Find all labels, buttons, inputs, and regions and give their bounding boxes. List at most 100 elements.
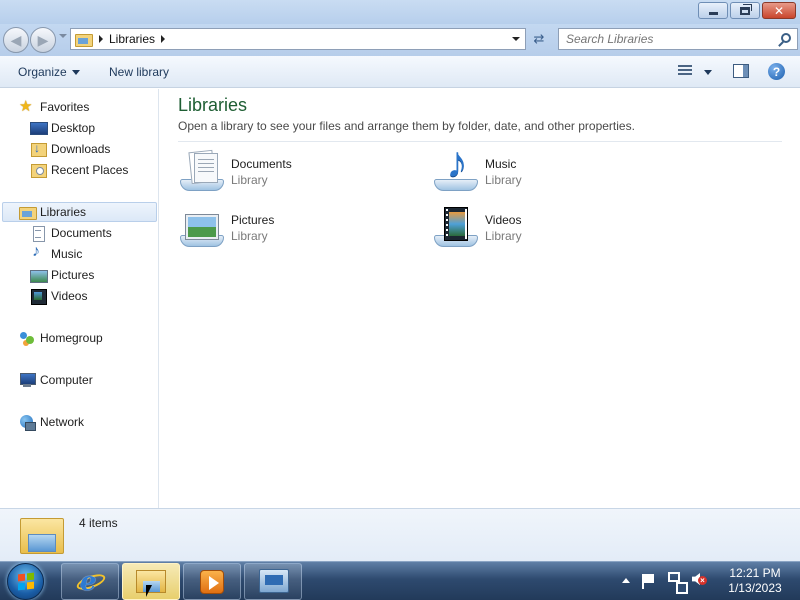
organize-button[interactable]: Organize — [18, 65, 80, 79]
title-bar: ✕ — [0, 0, 800, 24]
nav-desktop-label: Desktop — [51, 121, 96, 135]
minimize-icon — [708, 12, 718, 15]
navigation-pane: Favorites Desktop Downloads Recent Place… — [0, 89, 159, 508]
nav-recent-places[interactable]: Recent Places — [30, 160, 128, 180]
clock[interactable]: 12:21 PM 1/13/2023 — [716, 566, 794, 596]
content-area: Libraries Open a library to see your fil… — [160, 89, 800, 508]
address-dropdown-icon[interactable] — [512, 37, 520, 41]
library-name: Music — [485, 157, 517, 171]
music-icon — [30, 243, 46, 262]
library-music[interactable]: ♪ Music Library — [432, 141, 682, 199]
nav-computer-label: Computer — [40, 373, 93, 387]
page-description: Open a library to see your files and arr… — [178, 119, 635, 133]
view-options-dropdown[interactable] — [704, 70, 712, 75]
recent-pages-dropdown[interactable] — [59, 34, 67, 38]
nav-computer[interactable]: Computer — [19, 370, 93, 390]
action-center-flag-icon[interactable] — [642, 574, 654, 589]
forward-arrow-icon: ▶ — [37, 31, 49, 48]
taskbar: e × 12:21 PM 1/13/2023 — [0, 561, 800, 600]
page-title: Libraries — [178, 95, 248, 115]
back-arrow-icon: ◀ — [10, 31, 22, 48]
taskbar-media-player[interactable] — [183, 563, 241, 600]
nav-pictures-label: Pictures — [51, 268, 95, 282]
videos-icon — [30, 288, 47, 305]
breadcrumb-libraries[interactable]: Libraries — [109, 32, 155, 46]
command-bar: Organize New library ? — [0, 56, 800, 88]
library-type: Library — [231, 229, 268, 243]
nav-libraries-label: Libraries — [40, 205, 87, 219]
refresh-icon: ⇄ — [533, 31, 545, 46]
nav-videos[interactable]: Videos — [30, 286, 87, 306]
nav-homegroup-label: Homegroup — [40, 331, 103, 345]
breadcrumb-arrow-icon[interactable] — [99, 35, 103, 43]
library-pictures[interactable]: Pictures Library — [178, 205, 428, 255]
nav-recent-places-label: Recent Places — [51, 163, 129, 177]
close-icon: ✕ — [773, 3, 785, 18]
nav-pictures[interactable]: Pictures — [30, 265, 94, 285]
nav-network[interactable]: Network — [19, 412, 84, 432]
libraries-folder-icon — [75, 32, 93, 47]
media-player-icon — [200, 570, 224, 594]
taskbar-remote-desktop[interactable] — [244, 563, 302, 600]
music-library-icon: ♪ — [432, 141, 480, 197]
desktop-icon — [30, 120, 48, 136]
close-button[interactable]: ✕ — [762, 2, 796, 19]
preview-pane-icon[interactable] — [733, 64, 749, 78]
restore-button[interactable] — [730, 2, 760, 19]
nav-documents[interactable]: Documents — [30, 223, 112, 243]
remote-desktop-icon — [259, 569, 289, 593]
window-controls: ✕ — [698, 2, 796, 19]
library-name: Videos — [485, 213, 522, 227]
clock-time: 12:21 PM — [729, 566, 781, 580]
nav-libraries[interactable]: Libraries — [2, 202, 157, 222]
nav-downloads[interactable]: Downloads — [30, 139, 110, 159]
nav-homegroup[interactable]: Homegroup — [19, 328, 103, 348]
item-count: 4 items — [79, 516, 118, 530]
documents-icon — [30, 225, 46, 242]
library-documents[interactable]: Documents Library — [178, 149, 428, 199]
documents-library-icon — [178, 149, 226, 197]
details-pane: 4 items — [0, 508, 800, 561]
system-tray: × 12:21 PM 1/13/2023 — [612, 562, 800, 600]
nav-favorites-label: Favorites — [40, 100, 90, 114]
search-icon[interactable] — [781, 33, 791, 43]
nav-videos-label: Videos — [51, 289, 88, 303]
back-button[interactable]: ◀ — [3, 27, 29, 53]
new-library-button[interactable]: New library — [109, 65, 169, 79]
chevron-down-icon — [71, 69, 80, 75]
nav-favorites[interactable]: Favorites — [19, 97, 89, 117]
mouse-cursor-icon — [146, 585, 152, 597]
nav-music[interactable]: Music — [30, 243, 82, 264]
libraries-folder-icon — [18, 512, 64, 558]
library-name: Documents — [231, 157, 292, 171]
help-icon[interactable]: ? — [768, 63, 785, 80]
new-library-label: New library — [109, 65, 170, 79]
breadcrumb-arrow-icon[interactable] — [161, 35, 166, 43]
library-type: Library — [485, 229, 522, 243]
libraries-icon — [19, 204, 37, 220]
nav-documents-label: Documents — [51, 226, 112, 240]
computer-icon — [19, 372, 36, 388]
organize-label: Organize — [18, 65, 67, 79]
show-hidden-icons-icon[interactable] — [622, 578, 630, 583]
muted-badge-icon: × — [698, 576, 707, 585]
start-button[interactable] — [7, 563, 44, 600]
network-status-icon[interactable] — [668, 572, 688, 594]
downloads-folder-icon — [30, 141, 47, 157]
address-row: ◀ ▶ Libraries ⇄ — [0, 24, 800, 56]
homegroup-icon — [19, 330, 35, 346]
restore-icon — [740, 3, 752, 15]
search-input[interactable] — [559, 29, 769, 49]
star-icon — [19, 97, 35, 115]
minimize-button[interactable] — [698, 2, 728, 19]
address-bar[interactable]: Libraries — [70, 28, 526, 50]
nav-desktop[interactable]: Desktop — [30, 118, 95, 138]
search-box[interactable] — [558, 28, 798, 50]
forward-button[interactable]: ▶ — [30, 27, 56, 53]
nav-network-label: Network — [40, 415, 85, 429]
refresh-button[interactable]: ⇄ — [527, 28, 551, 50]
taskbar-internet-explorer[interactable]: e — [61, 563, 119, 600]
videos-library-icon — [432, 205, 480, 253]
library-videos[interactable]: Videos Library — [432, 205, 682, 255]
change-view-icon[interactable] — [678, 65, 692, 79]
